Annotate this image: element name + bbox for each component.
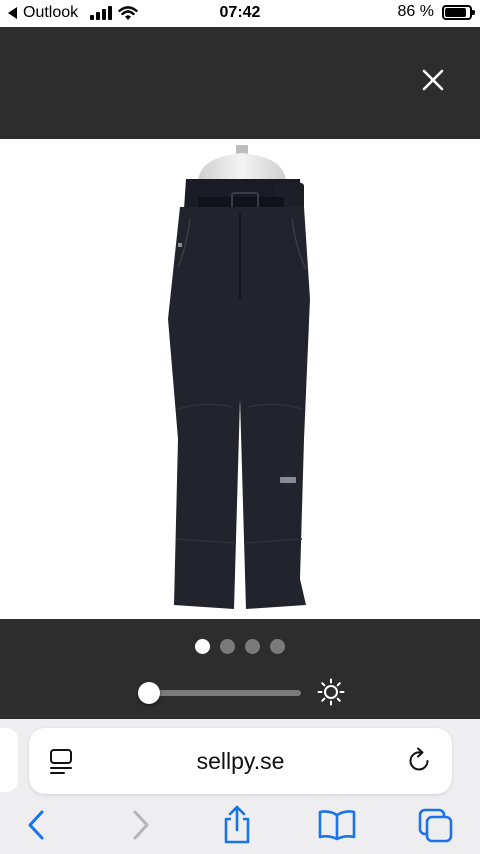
- battery-status: 86 %: [397, 3, 475, 21]
- status-bar: Outlook 07:42 86 %: [0, 0, 480, 27]
- image-viewer: [0, 27, 480, 719]
- page-dot[interactable]: [270, 639, 285, 654]
- previous-tab-preview[interactable]: [0, 728, 18, 792]
- forward-icon: [133, 810, 149, 840]
- close-icon[interactable]: [418, 65, 448, 95]
- browser-toolbar: [0, 805, 480, 849]
- page-dot[interactable]: [245, 639, 260, 654]
- forward-button[interactable]: [120, 805, 160, 845]
- tabs-button[interactable]: [416, 805, 456, 845]
- battery-level: [445, 7, 466, 17]
- reload-icon[interactable]: [407, 747, 433, 775]
- back-icon: [28, 810, 44, 840]
- brightness-slider-thumb[interactable]: [138, 682, 161, 704]
- brightness-slider[interactable]: [138, 682, 301, 704]
- product-photo[interactable]: [0, 139, 480, 619]
- page-indicator: [0, 639, 480, 654]
- bookmarks-icon: [318, 810, 356, 841]
- sun-icon: [317, 678, 345, 706]
- battery-icon: [442, 4, 475, 20]
- browser-chrome: sellpy.se: [0, 719, 480, 854]
- tabs-icon: [418, 808, 453, 843]
- page-dot[interactable]: [195, 639, 210, 654]
- url-text: sellpy.se: [196, 748, 285, 774]
- back-button[interactable]: [17, 805, 57, 845]
- ski-pants-image: [168, 145, 310, 609]
- share-button[interactable]: [217, 805, 257, 845]
- battery-percentage: 86 %: [397, 3, 434, 20]
- page-dot[interactable]: [220, 639, 235, 654]
- address-bar[interactable]: sellpy.se: [29, 728, 452, 794]
- bookmarks-button[interactable]: [317, 805, 357, 845]
- screen: Outlook 07:42 86 % sellpy.se: [0, 0, 480, 854]
- share-icon: [224, 805, 250, 844]
